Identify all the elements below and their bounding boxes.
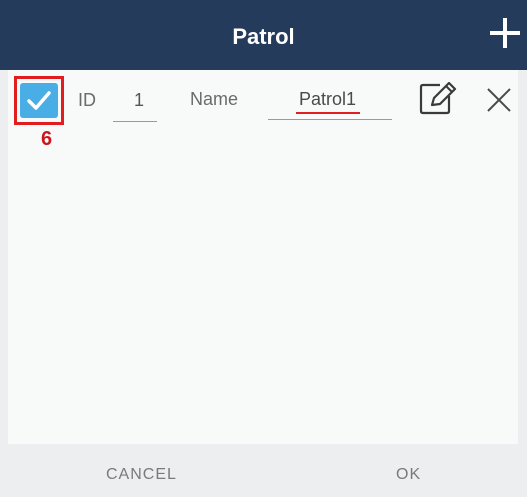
add-button[interactable]: [487, 15, 523, 51]
header-bar: Patrol: [0, 0, 527, 70]
ok-button[interactable]: OK: [396, 466, 421, 484]
delete-button[interactable]: [483, 84, 515, 116]
name-field[interactable]: Patrol1: [299, 89, 356, 110]
page-title: Patrol: [232, 24, 295, 49]
id-field-underline: [113, 121, 157, 122]
pencil-square-icon: [419, 81, 457, 115]
name-label: Name: [190, 89, 239, 109]
annotation-number: 6: [41, 128, 53, 150]
cancel-button[interactable]: CANCEL: [106, 466, 177, 484]
annotation-highlight-box: [14, 76, 64, 125]
close-x-icon: [487, 88, 511, 112]
plus-icon: [490, 18, 520, 48]
id-label: ID: [78, 90, 96, 110]
spellcheck-underline: [296, 112, 360, 114]
id-field[interactable]: 1: [134, 90, 144, 111]
name-field-underline: [268, 119, 392, 120]
edit-button[interactable]: [418, 81, 458, 116]
patrol-list-panel: [8, 70, 518, 444]
